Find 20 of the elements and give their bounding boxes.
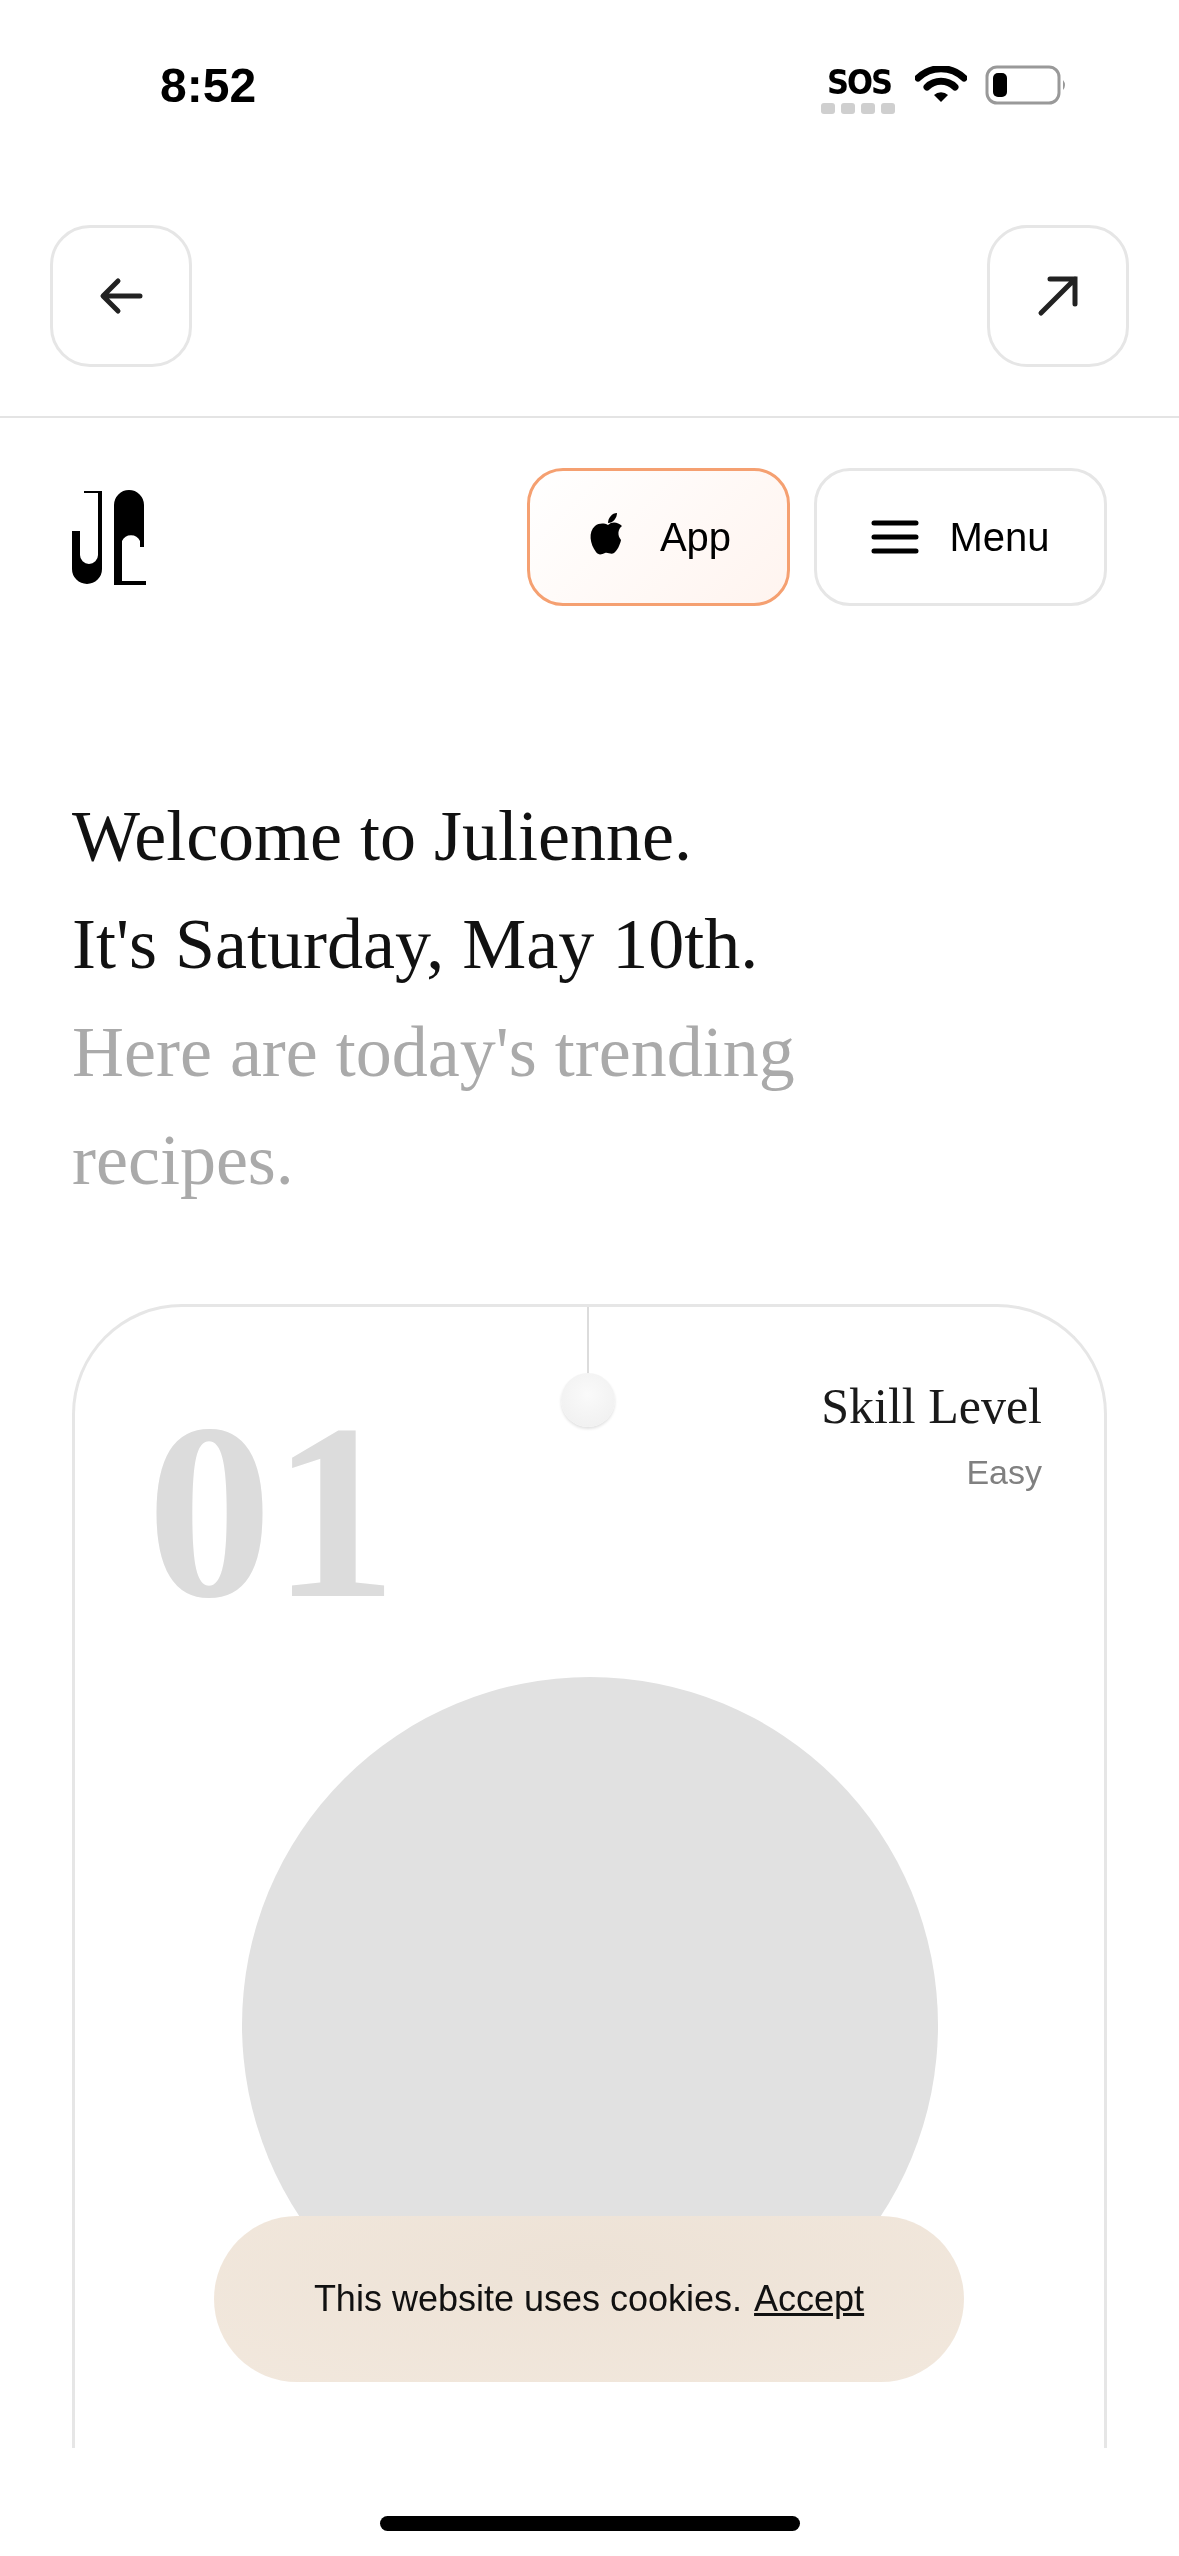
arrow-up-right-icon [1036, 274, 1080, 318]
wifi-icon [915, 66, 967, 104]
arrow-left-icon [98, 276, 144, 316]
skill-level-value: Easy [966, 1453, 1042, 1492]
accept-link[interactable]: Accept [754, 2278, 865, 2320]
sos-indicator: SOS [826, 65, 892, 99]
trending-subtitle: Here are today's trending recipes. [72, 1011, 796, 1202]
menu-icon [871, 519, 920, 555]
greeting-heading: It's Saturday, May 10th. [72, 903, 760, 986]
signal-dots-icon [821, 103, 897, 115]
app-button[interactable]: App [527, 468, 790, 606]
status-time: 8:52 [160, 57, 257, 113]
battery-icon [985, 65, 1067, 105]
back-button[interactable] [50, 225, 192, 367]
greeting-heading: Welcome to Julienne. [72, 795, 693, 878]
open-external-button[interactable] [987, 225, 1129, 367]
menu-button[interactable]: Menu [814, 468, 1107, 606]
pendant-knob [561, 1373, 615, 1427]
cookie-message: This website uses cookies. [313, 2278, 743, 2320]
skill-level-label: Skill Level [821, 1377, 1042, 1435]
